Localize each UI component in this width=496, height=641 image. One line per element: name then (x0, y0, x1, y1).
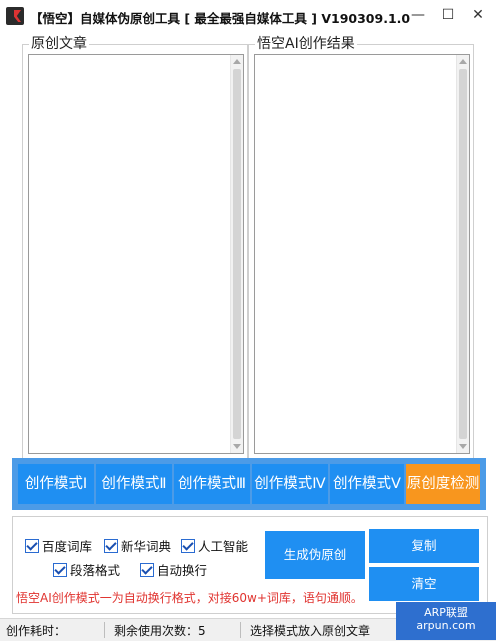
checkbox-checked-icon[interactable] (181, 538, 195, 553)
status-divider (104, 622, 105, 638)
generate-button[interactable]: 生成伪原创 (265, 531, 365, 579)
ai-result-output[interactable] (254, 54, 470, 454)
status-hint: 选择模式放入原创文章 (250, 624, 371, 638)
ai-result-group: 悟空AI创作结果 (248, 35, 474, 460)
mode-notice: 悟空AI创作模式一为自动换行格式，对接60w+词库，语句通顺。 (16, 591, 363, 605)
option-xinhua-dictionary[interactable]: 新华词典 (104, 536, 171, 555)
mode-1-button[interactable]: 创作模式Ⅰ (18, 464, 94, 504)
watermark-line-1: ARP联盟 (424, 606, 468, 619)
scroll-thumb[interactable] (233, 69, 241, 439)
original-scrollbar[interactable] (230, 55, 243, 453)
option-label: 段落格式 (70, 563, 121, 578)
status-remaining: 剩余使用次数：5 (114, 624, 206, 638)
result-scrollbar[interactable] (456, 55, 469, 453)
title-bar: 【悟空】自媒体伪原创工具 [ 最全最强自媒体工具 ] V190309.1.0 —… (0, 0, 496, 32)
status-divider (240, 622, 241, 638)
option-label: 新华词典 (121, 539, 172, 554)
mode-3-button[interactable]: 创作模式Ⅲ (174, 464, 250, 504)
option-ai[interactable]: 人工智能 (181, 536, 248, 555)
watermark-logo: ARP联盟 arpun.com (396, 602, 496, 640)
scroll-up-icon[interactable] (233, 59, 241, 64)
checkbox-checked-icon[interactable] (140, 562, 154, 577)
checkbox-checked-icon[interactable] (25, 538, 39, 553)
mode-toolbar: 创作模式Ⅰ 创作模式Ⅱ 创作模式Ⅲ 创作模式Ⅳ 创作模式Ⅴ 原创度检测 (12, 458, 486, 510)
option-label: 人工智能 (198, 539, 249, 554)
mode-2-button[interactable]: 创作模式Ⅱ (96, 464, 172, 504)
minimize-button[interactable]: — (406, 4, 430, 26)
copy-button[interactable]: 复制 (369, 529, 479, 563)
scroll-up-icon[interactable] (459, 59, 467, 64)
mode-5-button[interactable]: 创作模式Ⅴ (330, 464, 404, 504)
scroll-thumb[interactable] (459, 69, 467, 439)
originality-check-button[interactable]: 原创度检测 (406, 464, 480, 504)
scroll-down-icon[interactable] (233, 444, 241, 449)
option-auto-wrap[interactable]: 自动换行 (140, 560, 207, 579)
window-title: 【悟空】自媒体伪原创工具 [ 最全最强自媒体工具 ] V190309.1.0 (30, 11, 411, 26)
app-logo-icon (6, 7, 24, 25)
mode-4-button[interactable]: 创作模式Ⅳ (252, 464, 328, 504)
option-label: 自动换行 (157, 563, 208, 578)
ai-result-label: 悟空AI创作结果 (255, 35, 357, 53)
checkbox-checked-icon[interactable] (53, 562, 67, 577)
option-label: 百度词库 (42, 539, 93, 554)
original-article-label: 原创文章 (29, 35, 89, 53)
scroll-down-icon[interactable] (459, 444, 467, 449)
watermark-line-2: arpun.com (416, 619, 476, 632)
option-paragraph-format[interactable]: 段落格式 (53, 560, 120, 579)
option-baidu-lexicon[interactable]: 百度词库 (25, 536, 92, 555)
maximize-button[interactable]: ☐ (436, 4, 460, 26)
close-button[interactable]: ✕ (466, 4, 490, 26)
original-article-group: 原创文章 (22, 35, 248, 460)
checkbox-checked-icon[interactable] (104, 538, 118, 553)
original-article-input[interactable] (28, 54, 244, 454)
status-elapsed: 创作耗时： (6, 624, 67, 638)
clear-button[interactable]: 清空 (369, 567, 479, 601)
